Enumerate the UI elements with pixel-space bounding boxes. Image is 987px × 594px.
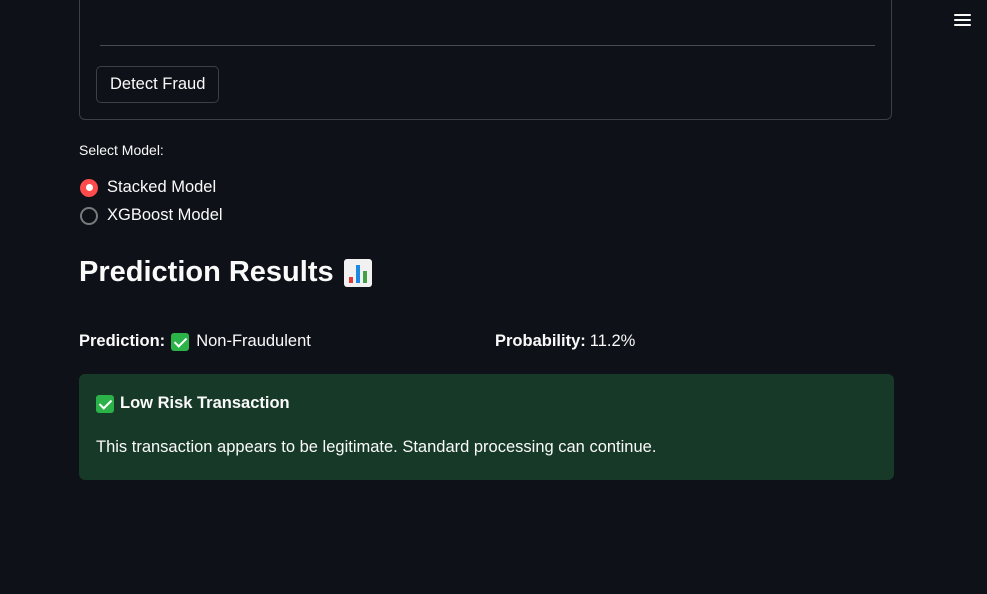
radio-option-xgboost-model[interactable]: XGBoost Model bbox=[80, 206, 223, 225]
probability-label: Probability: bbox=[495, 332, 586, 350]
prediction-label: Prediction: bbox=[79, 332, 166, 350]
prediction-result: Prediction: Non-Fraudulent bbox=[79, 332, 311, 351]
alert-title: Low Risk Transaction bbox=[96, 394, 290, 413]
radio-option-label: Stacked Model bbox=[107, 178, 217, 196]
bar-chart-icon bbox=[343, 258, 372, 287]
transaction-form: Detect Fraud bbox=[79, 0, 892, 120]
detect-fraud-button[interactable]: Detect Fraud bbox=[96, 66, 220, 103]
probability-result: Probability: 11.2% bbox=[495, 332, 635, 351]
low-risk-alert: Low Risk Transaction This transaction ap… bbox=[79, 374, 894, 480]
prediction-value: Non-Fraudulent bbox=[196, 332, 311, 350]
probability-value: 11.2% bbox=[589, 332, 636, 350]
radio-option-label: XGBoost Model bbox=[107, 206, 223, 224]
hamburger-icon-bar bbox=[953, 19, 971, 21]
main-menu-button[interactable] bbox=[948, 8, 976, 32]
app-root: Detect Fraud Select Model: Stacked Model… bbox=[0, 0, 987, 594]
hamburger-icon-bar bbox=[953, 14, 971, 16]
check-mark-icon bbox=[96, 394, 114, 413]
radio-selected-icon[interactable] bbox=[80, 178, 98, 197]
check-mark-icon bbox=[171, 332, 190, 351]
hamburger-icon-bar bbox=[953, 24, 971, 26]
radio-option-stacked-model[interactable]: Stacked Model bbox=[80, 178, 216, 197]
form-input-underline bbox=[100, 45, 875, 46]
heading-text: Prediction Results bbox=[79, 256, 334, 288]
prediction-results-heading: Prediction Results bbox=[79, 256, 372, 289]
select-model-label: Select Model: bbox=[79, 142, 164, 158]
alert-message: This transaction appears to be legitimat… bbox=[96, 438, 657, 456]
radio-unselected-icon[interactable] bbox=[80, 206, 98, 225]
alert-title-text: Low Risk Transaction bbox=[120, 394, 290, 412]
